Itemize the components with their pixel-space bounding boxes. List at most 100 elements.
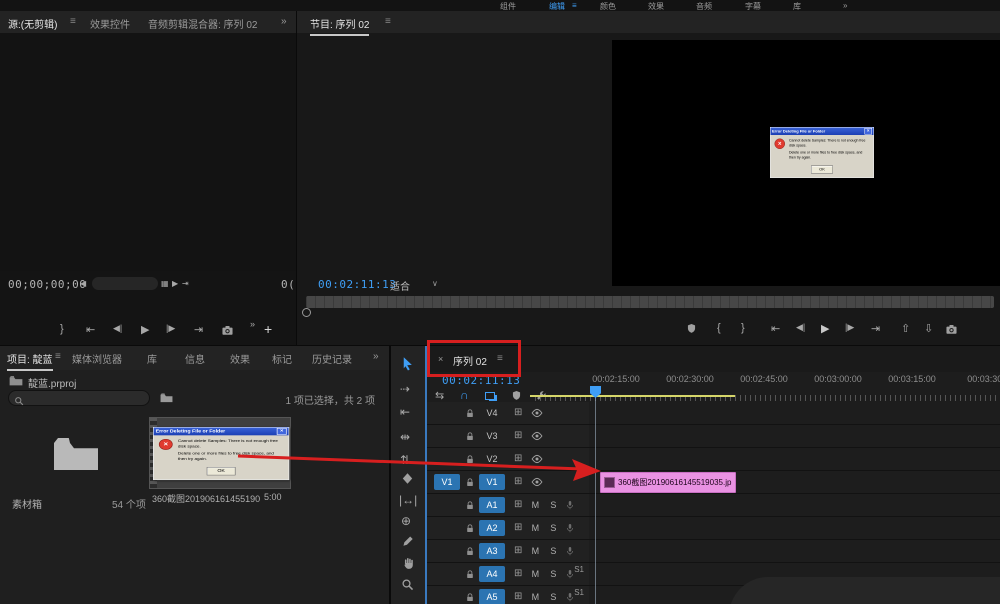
mic-icon[interactable] (565, 522, 575, 534)
tab-audio-clip-mixer[interactable]: 音频剪辑混合器: 序列 02 (148, 16, 257, 31)
program-lift-icon[interactable]: ⇧ (901, 322, 910, 335)
toggle-track-output-icon[interactable] (531, 407, 543, 419)
snap-icon[interactable]: ∩ (460, 388, 469, 402)
rolling-edit-tool-icon[interactable]: ⇹ (400, 430, 410, 444)
tab-info[interactable]: 信息 (185, 351, 205, 366)
toggle-track-output-icon[interactable] (531, 453, 543, 465)
lock-icon[interactable] (465, 546, 475, 557)
linked-selection-icon[interactable] (485, 392, 495, 400)
track-name-a5[interactable]: A5 (479, 589, 505, 604)
lock-icon[interactable] (465, 500, 475, 511)
source-more-icon[interactable]: » (250, 319, 255, 329)
nest-toggle-icon[interactable]: ⇆ (435, 389, 444, 402)
selection-tool-icon[interactable] (400, 356, 415, 371)
mute-button[interactable]: M (530, 546, 540, 556)
source-goto-in-icon[interactable]: ⇤ (86, 323, 95, 336)
sync-lock-icon[interactable]: ⊞ (514, 592, 522, 602)
timeline-clip[interactable]: 360截图20190616145519035.jp (600, 472, 736, 493)
source-timecode[interactable]: 00;00;00;00 (8, 278, 86, 291)
program-mark-in-icon[interactable]: { (717, 322, 721, 334)
source-prev-icon[interactable]: ◀ (80, 279, 86, 288)
workspace-tab-editing[interactable]: 编辑 (549, 1, 565, 11)
mic-icon[interactable] (565, 545, 575, 557)
track-name-v4[interactable]: V4 (479, 405, 505, 421)
tab-sequence-02[interactable]: 序列 02 (453, 353, 487, 368)
track-select-tool-icon[interactable]: ⇢ (400, 382, 410, 396)
lane-a1[interactable] (589, 494, 1000, 517)
mute-button[interactable]: M (530, 592, 540, 602)
sync-lock-icon[interactable]: ⊞ (514, 523, 522, 533)
xp-dialog-titlebar[interactable]: Error Deleting File or Folder × (770, 127, 874, 135)
project-tab-overflow-icon[interactable]: » (373, 351, 379, 362)
program-panel-menu-icon[interactable]: ≡ (385, 16, 391, 27)
clip-name[interactable]: 360截图20190616145519035... (152, 492, 260, 505)
program-extract-icon[interactable]: ⇩ (924, 322, 933, 335)
toggle-track-output-icon[interactable] (531, 476, 543, 488)
tab-project[interactable]: 项目: 靛蓝 (7, 351, 53, 371)
ok-button[interactable]: OK (811, 165, 833, 174)
source-step-fwd-icon[interactable]: |▶ (166, 323, 175, 334)
tab-libraries[interactable]: 库 (147, 351, 157, 366)
slip-tool-icon[interactable]: |↔| (399, 493, 417, 507)
track-name-v1[interactable]: V1 (479, 474, 505, 490)
timeline-panel-menu-icon[interactable]: ≡ (497, 353, 503, 364)
track-name-a2[interactable]: A2 (479, 520, 505, 536)
program-playhead-handle[interactable] (302, 308, 311, 317)
bin-label[interactable]: 素材箱 (12, 496, 42, 511)
workspace-tab-assembly[interactable]: 组件 (500, 1, 516, 11)
workspace-tab-audio[interactable]: 音频 (696, 1, 712, 11)
program-goto-out-icon[interactable]: ⇥ (871, 322, 880, 335)
filter-bin-icon[interactable] (160, 392, 173, 403)
program-play-icon[interactable]: ▶ (821, 322, 829, 335)
source-button-editor-icon[interactable]: + (264, 321, 272, 337)
workspace-overflow-icon[interactable]: » (843, 1, 847, 10)
tab-history[interactable]: 历史记录 (312, 351, 352, 366)
xp-dialog-close-icon[interactable]: × (864, 128, 872, 135)
project-file-name[interactable]: 靛蓝.prproj (28, 375, 76, 390)
lane-v4[interactable] (589, 402, 1000, 425)
sync-lock-icon[interactable]: ⊞ (514, 454, 522, 464)
lane-a2[interactable] (589, 517, 1000, 540)
tab-markers[interactable]: 标记 (272, 351, 292, 366)
program-mark-out-icon[interactable]: } (741, 322, 745, 334)
sync-lock-icon[interactable]: ⊞ (514, 569, 522, 579)
lane-a3[interactable] (589, 540, 1000, 563)
workspace-menu-icon[interactable]: ≡ (572, 1, 577, 10)
add-marker-icon[interactable] (511, 390, 522, 401)
source-mark-out-icon[interactable]: } (60, 323, 64, 335)
mute-button[interactable]: M (530, 523, 540, 533)
lane-v3[interactable] (589, 425, 1000, 448)
mute-button[interactable]: M (530, 569, 540, 579)
track-name-a4[interactable]: A4 (479, 566, 505, 582)
program-timecode[interactable]: 00:02:11:13 (318, 278, 396, 291)
source-export-frame-icon[interactable] (221, 324, 234, 337)
workspace-tab-color[interactable]: 颜色 (600, 1, 616, 11)
source-next-icon[interactable]: ▶ (172, 279, 178, 288)
source-play-icon[interactable]: ▶ (141, 323, 149, 336)
pen-tool-icon[interactable] (401, 535, 414, 548)
workspace-tab-effects[interactable]: 效果 (648, 1, 664, 11)
rate-stretch-tool-icon[interactable]: ⇅ (400, 453, 410, 467)
lock-icon[interactable] (465, 454, 475, 465)
mic-icon[interactable] (565, 499, 575, 511)
lock-icon[interactable] (465, 408, 475, 419)
program-marker-icon[interactable] (686, 323, 697, 334)
tab-effects[interactable]: 效果 (230, 351, 250, 366)
slide-tool-icon[interactable]: ⊕ (401, 514, 411, 528)
workspace-tab-libraries[interactable]: 库 (793, 1, 801, 11)
track-name-a3[interactable]: A3 (479, 543, 505, 559)
program-zoom-chevron-icon[interactable]: ∨ (432, 279, 438, 288)
track-name-a1[interactable]: A1 (479, 497, 505, 513)
solo-button[interactable]: S (548, 546, 558, 556)
project-panel-menu-icon[interactable]: ≡ (55, 351, 61, 362)
lock-icon[interactable] (465, 592, 475, 603)
lock-icon[interactable] (465, 431, 475, 442)
lane-v2[interactable] (589, 448, 1000, 471)
source-goto-out-icon[interactable]: ⇥ (194, 323, 203, 336)
solo-button[interactable]: S (548, 523, 558, 533)
timeline-tab-close-icon[interactable]: × (438, 354, 443, 364)
mute-button[interactable]: M (530, 500, 540, 510)
program-step-fwd-icon[interactable]: |▶ (845, 322, 854, 333)
hand-tool-icon[interactable] (401, 556, 415, 570)
sync-lock-icon[interactable]: ⊞ (514, 431, 522, 441)
